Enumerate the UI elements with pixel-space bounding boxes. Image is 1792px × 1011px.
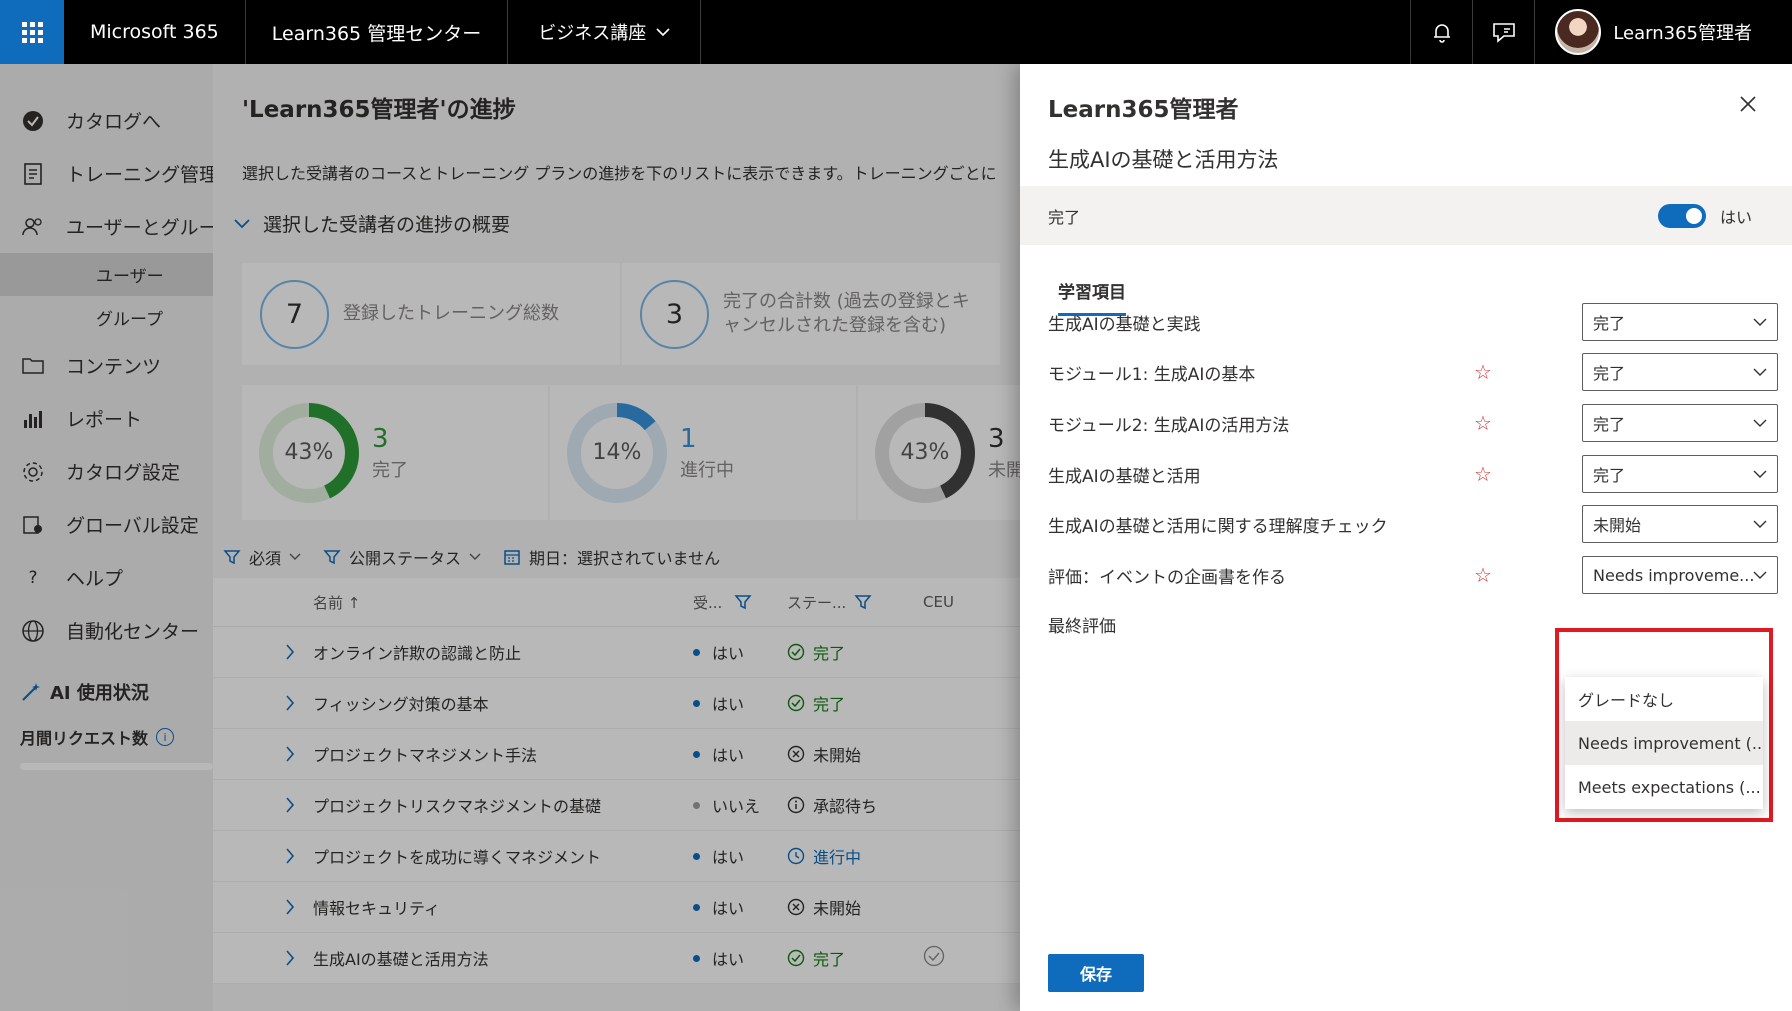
top-bar: Microsoft 365 Learn365 管理センター ビジネス講座 Lea…: [0, 0, 1792, 64]
user-name: Learn365管理者: [1613, 23, 1752, 44]
completion-toggle[interactable]: [1657, 203, 1706, 228]
progress-detail-panel: Learn365管理者 生成AIの基礎と活用方法 完了 はい 学習項目 生成AI…: [1020, 64, 1792, 1011]
close-button[interactable]: [1736, 92, 1760, 116]
status-select[interactable]: 完了: [1582, 455, 1778, 493]
dropdown-option-no-grade[interactable]: グレードなし: [1565, 677, 1763, 721]
admin-center-name[interactable]: Learn365 管理センター: [246, 0, 509, 64]
learning-item-row: モジュール2: 生成AIの活用方法 ☆ 完了: [1048, 403, 1778, 443]
org-name: ビジネス講座: [538, 23, 647, 44]
final-grade-label: 最終評価: [1048, 616, 1116, 637]
waffle-icon: [21, 21, 43, 43]
status-select-value: 完了: [1593, 364, 1626, 383]
brand-name[interactable]: Microsoft 365: [64, 0, 246, 64]
save-button[interactable]: 保存: [1048, 954, 1144, 992]
app-launcher-button[interactable]: [0, 0, 64, 64]
app-root: Microsoft 365 Learn365 管理センター ビジネス講座 Lea…: [0, 0, 1792, 1011]
learning-item-label: 生成AIの基礎と実践: [1048, 314, 1201, 335]
learning-item-label: モジュール2: 生成AIの活用方法: [1048, 415, 1290, 436]
chevron-down-icon: [1753, 470, 1767, 478]
required-star-icon: ☆: [1474, 563, 1492, 587]
panel-subtitle: 生成AIの基礎と活用方法: [1048, 148, 1279, 172]
completion-label: 完了: [1048, 207, 1081, 227]
user-menu[interactable]: Learn365管理者: [1535, 0, 1792, 64]
status-select-value: 完了: [1593, 415, 1626, 434]
chevron-down-icon: [1753, 318, 1767, 326]
learning-item-row: 評価：イベントの企画書を作る ☆ Needs improveme...: [1048, 555, 1778, 595]
required-star-icon: ☆: [1474, 411, 1492, 435]
learning-item-row: モジュール1: 生成AIの基本 ☆ 完了: [1048, 352, 1778, 392]
chat-icon: [1493, 23, 1515, 43]
modal-overlay[interactable]: [0, 64, 1020, 1011]
bell-icon: [1433, 24, 1450, 43]
chevron-down-icon: [1753, 368, 1767, 376]
learning-item-row: 生成AIの基礎と活用 ☆ 完了: [1048, 454, 1778, 494]
close-icon: [1740, 96, 1756, 112]
grade-dropdown-menu: グレードなし Needs improvement (... Meets expe…: [1565, 677, 1763, 809]
required-star-icon: ☆: [1474, 462, 1492, 486]
learning-item-row: 生成AIの基礎と実践 完了: [1048, 302, 1778, 342]
learning-item-label: 生成AIの基礎と活用: [1048, 466, 1201, 487]
chevron-down-icon: [1753, 419, 1767, 427]
chevron-down-icon: [1753, 520, 1767, 528]
completion-row: 完了 はい: [1020, 186, 1792, 245]
status-select-value: 未開始: [1593, 516, 1642, 535]
completion-toggle-label: はい: [1719, 207, 1752, 227]
learning-item-label: モジュール1: 生成AIの基本: [1048, 364, 1256, 385]
learning-item-row: 生成AIの基礎と活用に関する理解度チェック 未開始: [1048, 504, 1778, 544]
status-select[interactable]: Needs improveme...: [1582, 556, 1778, 594]
notifications-button[interactable]: [1411, 0, 1474, 64]
chevron-down-icon: [656, 28, 670, 37]
status-select[interactable]: 完了: [1582, 353, 1778, 391]
status-select-value: Needs improveme...: [1593, 565, 1753, 585]
topbar-spacer: [701, 0, 1412, 64]
org-selector[interactable]: ビジネス講座: [508, 0, 702, 64]
status-select[interactable]: 完了: [1582, 404, 1778, 442]
learning-item-label: 生成AIの基礎と活用に関する理解度チェック: [1048, 516, 1388, 537]
required-star-icon: ☆: [1474, 360, 1492, 384]
learning-item-label: 評価：イベントの企画書を作る: [1048, 567, 1286, 588]
feedback-button[interactable]: [1473, 0, 1536, 64]
status-select-value: 完了: [1593, 466, 1626, 485]
status-select-value: 完了: [1593, 314, 1626, 333]
panel-title: Learn365管理者: [1048, 97, 1239, 123]
dropdown-option-meets-expectations[interactable]: Meets expectations (...: [1565, 765, 1763, 809]
status-select[interactable]: 完了: [1582, 303, 1778, 341]
dropdown-option-needs-improvement[interactable]: Needs improvement (...: [1565, 721, 1763, 765]
status-select[interactable]: 未開始: [1582, 505, 1778, 543]
avatar: [1555, 9, 1602, 55]
chevron-down-icon: [1753, 571, 1767, 579]
